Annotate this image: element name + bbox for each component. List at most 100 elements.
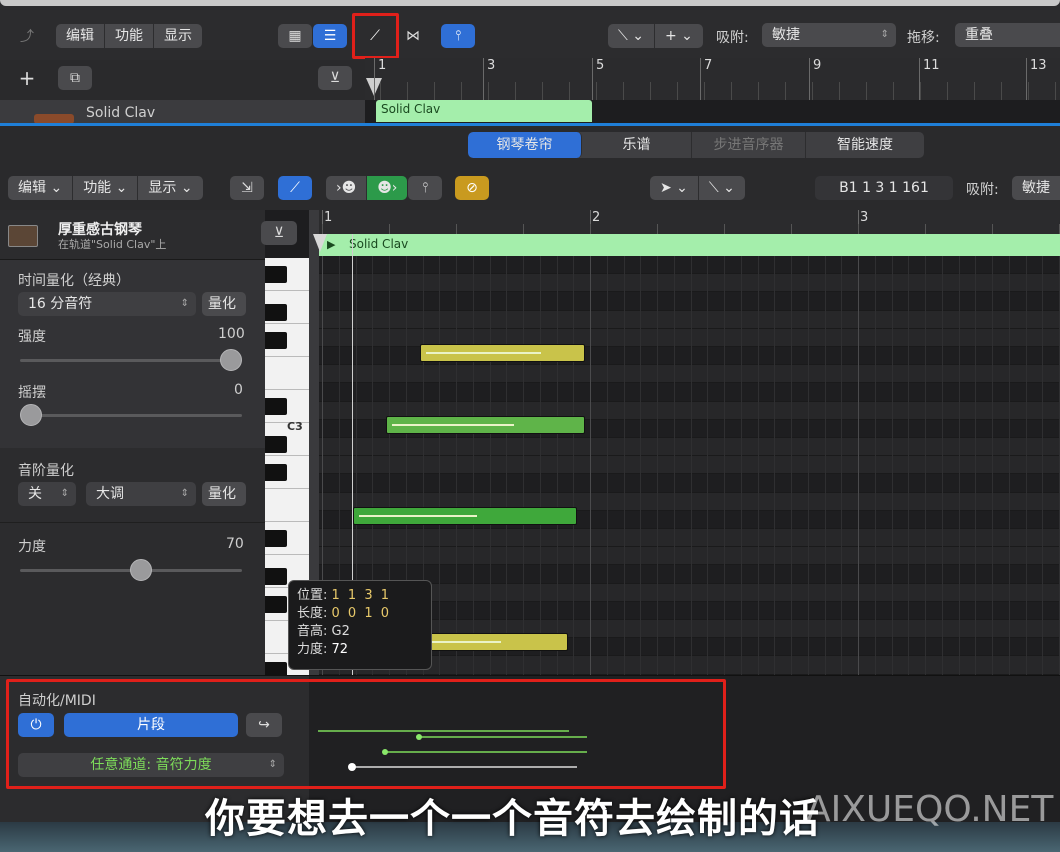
arrange-ruler-subtick xyxy=(839,82,840,100)
arrange-region[interactable]: Solid Clav xyxy=(376,100,592,122)
tooltip-velocity-row: 力度: 72 xyxy=(297,641,423,659)
grid-column xyxy=(908,256,910,675)
black-key[interactable] xyxy=(265,332,287,349)
tooltip-position-label: 位置: xyxy=(297,588,328,603)
midi-draw-icon[interactable]: ⟋ xyxy=(278,176,312,200)
arrange-ruler-tick: 9 xyxy=(813,58,822,73)
editor-ruler-subtick xyxy=(322,224,323,234)
tab-step-sequencer[interactable]: 步进音序器 xyxy=(692,132,806,158)
arrange-menu-functions[interactable]: 功能 xyxy=(105,24,154,48)
arrange-drag-value: 重叠 xyxy=(965,27,993,43)
editor-menu-functions-label: 功能 xyxy=(83,180,112,196)
midi-note[interactable] xyxy=(353,507,577,525)
editor-menu-edit[interactable]: 编辑 ⌄ xyxy=(8,176,74,200)
inspector-collapse-icon[interactable]: ⊻ xyxy=(261,221,297,245)
crossfade-icon[interactable]: ⋈ xyxy=(396,24,430,48)
note-velocity-line xyxy=(426,352,541,354)
black-key[interactable] xyxy=(265,304,287,321)
editor-menu-edit-label: 编辑 xyxy=(18,180,46,196)
back-arrow-icon[interactable]: ⤴ xyxy=(10,24,44,48)
arrange-ruler-tick: 13 xyxy=(1030,58,1047,73)
scale-quantize-button[interactable]: 量化 xyxy=(202,482,246,506)
arrange-ruler-line xyxy=(592,58,593,100)
grid-column xyxy=(657,256,658,675)
arrange-ruler-subtick xyxy=(434,82,435,100)
pencil-tool-icon[interactable]: ⟍ ⌄ xyxy=(699,176,745,200)
white-key[interactable] xyxy=(265,357,309,390)
tooltip-velocity-value: 72 xyxy=(331,642,349,657)
editor-ruler-tick: 1 xyxy=(324,210,333,225)
black-key[interactable] xyxy=(265,266,287,283)
duplicate-track-icon[interactable]: ⧉ xyxy=(58,66,92,90)
arrange-snap-select[interactable]: 敏捷 ⇕ xyxy=(762,23,896,47)
strength-slider-knob[interactable] xyxy=(220,349,242,371)
arrange-ruler-subtick xyxy=(515,82,516,100)
tab-score[interactable]: 乐谱 xyxy=(582,132,692,158)
link-icon[interactable]: ⊘ xyxy=(455,176,489,200)
grid-column xyxy=(673,256,675,675)
scale-mode-select[interactable]: 大调 ⇕ xyxy=(86,482,196,506)
list-view-icon[interactable]: ☰ xyxy=(313,24,347,48)
editor-menu-functions[interactable]: 功能 ⌄ xyxy=(73,176,139,200)
black-key[interactable] xyxy=(265,596,287,613)
grid-column xyxy=(1025,256,1027,675)
grid-column xyxy=(824,256,826,675)
pointer-tool-icon[interactable]: ⟍ ⌄ xyxy=(608,24,655,48)
grid-row xyxy=(319,365,1060,384)
editor-ruler-tick: 3 xyxy=(860,210,869,225)
updown-chevron-icon: ⇕ xyxy=(180,298,189,309)
tooltip-pitch-label: 音高: xyxy=(297,624,328,639)
grid-column xyxy=(1042,256,1044,675)
white-key[interactable] xyxy=(265,489,309,522)
scale-quantize-title: 音阶量化 xyxy=(18,463,74,479)
editor-snap-select[interactable]: 敏捷 xyxy=(1012,176,1060,200)
instrument-subtitle: 在轨道"Solid Clav"上 xyxy=(58,238,167,251)
arrange-ruler-line xyxy=(374,58,375,100)
scale-off-select[interactable]: 关 ⇕ xyxy=(18,482,76,506)
black-key[interactable] xyxy=(265,662,287,675)
strength-slider[interactable] xyxy=(20,359,242,362)
collapse-icon[interactable]: ⇲ xyxy=(230,176,264,200)
black-key[interactable] xyxy=(265,530,287,547)
crosshair-tool-icon[interactable]: + ⌄ xyxy=(655,24,703,48)
black-key[interactable] xyxy=(265,568,287,585)
editor-menu-view[interactable]: 显示 ⌄ xyxy=(138,176,202,200)
black-key[interactable] xyxy=(265,436,287,453)
arrange-menu-edit[interactable]: 编辑 xyxy=(56,24,105,48)
video-subtitle: 你要想去一个一个音符去绘制的话 xyxy=(205,796,820,842)
grid-view-icon[interactable]: ▦ xyxy=(278,24,312,48)
editor-region-bar[interactable]: ▶︎ Solid Clav xyxy=(319,234,1060,256)
midi-note[interactable] xyxy=(386,416,585,434)
midi-in-icon[interactable]: ›☻ xyxy=(326,176,368,200)
quantize-button[interactable]: 量化 xyxy=(202,292,246,316)
grid-row xyxy=(319,456,1060,475)
editor-ruler-subtick xyxy=(590,224,591,234)
midi-out-icon[interactable]: ☻› xyxy=(367,176,408,200)
note-info-tooltip: 位置: 1 1 3 1 长度: 0 0 1 0 音高: G2 力度: 72 xyxy=(288,580,432,670)
grid-column xyxy=(975,256,977,675)
quantize-value-select[interactable]: 16 分音符 ⇕ xyxy=(18,292,196,316)
note-velocity-line xyxy=(431,641,501,643)
arrange-ruler-line xyxy=(700,58,701,100)
grid-column xyxy=(841,256,843,675)
velocity-label: 力度 xyxy=(18,539,46,555)
midi-note[interactable] xyxy=(425,633,568,651)
tab-smart-tempo[interactable]: 智能速度 xyxy=(806,132,924,158)
editor-ruler-subtick xyxy=(523,224,524,234)
tab-piano-roll[interactable]: 钢琴卷帘 xyxy=(468,132,582,158)
velocity-slider-knob[interactable] xyxy=(130,559,152,581)
black-key[interactable] xyxy=(265,398,287,415)
pointer-tool-icon-2[interactable]: ➤ ⌄ xyxy=(650,176,699,200)
arrange-ruler-subtick xyxy=(866,82,867,100)
arrange-menu-view[interactable]: 显示 xyxy=(154,24,202,48)
download-icon[interactable]: ⊻ xyxy=(318,66,352,90)
catch-playhead-icon[interactable]: ⫯ xyxy=(441,24,475,48)
black-key[interactable] xyxy=(265,464,287,481)
swing-slider-knob[interactable] xyxy=(20,404,42,426)
add-track-icon[interactable]: + xyxy=(10,66,44,90)
catch-icon[interactable]: ⫯ xyxy=(408,176,442,200)
midi-note[interactable] xyxy=(420,344,585,362)
grid-row xyxy=(319,274,1060,293)
swing-slider[interactable] xyxy=(20,414,242,417)
arrange-drag-select[interactable]: 重叠 xyxy=(955,23,1060,47)
